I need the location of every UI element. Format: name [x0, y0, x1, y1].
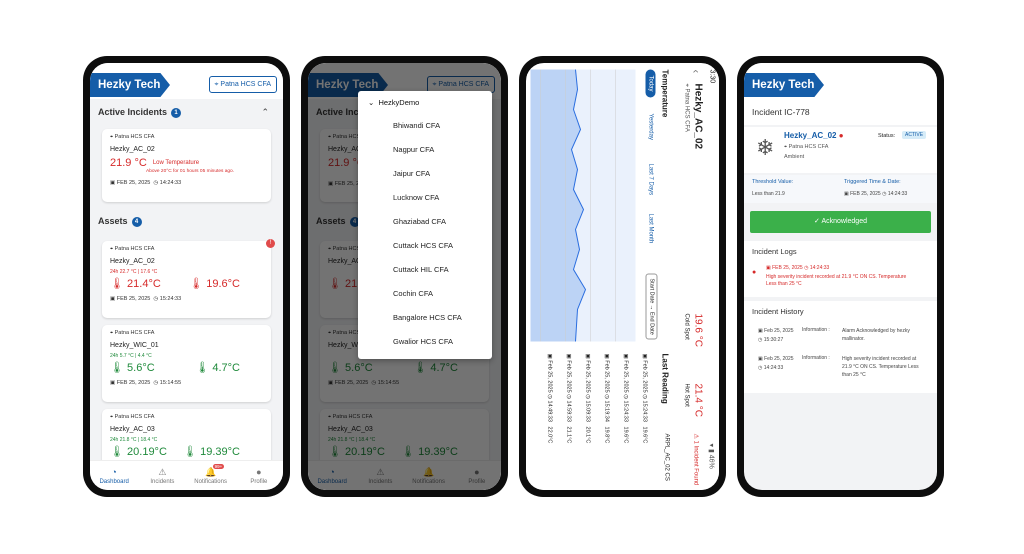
card-location: ⌖ Patna HCS CFA — [110, 134, 155, 140]
cold-spot-value: 19.6 °C — [692, 313, 703, 347]
asset-name: Hezky_AC_03 — [110, 426, 155, 433]
incident-history: Incident History ▣ Feb 25, 2025 ◷ 15:30:2… — [744, 301, 937, 393]
app-header: Hezky Tech ⌖ Patna HCS CFA — [90, 63, 283, 99]
asset-name: Hezky_AC_02 — [110, 258, 155, 265]
brand-logo: Hezky Tech — [90, 73, 170, 97]
phone-dashboard: Hezky Tech ⌖ Patna HCS CFA Active Incide… — [83, 56, 290, 497]
incident-temp: 21.9 °C — [110, 157, 147, 169]
status-badge: ACTIVE — [902, 131, 927, 139]
card-device-name: Hezky_AC_02 — [110, 146, 155, 153]
temperature-chart-svg — [530, 68, 616, 342]
asset-temp-2: 🌡 19.39°C — [183, 446, 240, 458]
asset-temp-1: 🌡 21.4°C — [110, 278, 161, 290]
asset-24h-range: 24h 5.7 °C | 4.4 °C — [110, 353, 152, 359]
profile-icon: ● — [256, 466, 262, 477]
rotated-content: 3:30 ▾ ▮ 46% ‹ Hezky_AC_02 ⌖ Patna HCS C… — [526, 63, 719, 490]
chart-area — [530, 69, 585, 341]
dropdown-option[interactable]: Lucknow CFA — [358, 186, 492, 210]
dashboard-icon: ◔ — [111, 466, 117, 477]
phone-incident-detail: Hezky Tech Incident IC-778 ❄ Hezky_AC_02… — [737, 56, 944, 497]
chevron-down-icon: ⌄ — [368, 98, 375, 107]
warning-icon: ⚠ — [158, 466, 167, 477]
bottom-nav: ◔ Dashboard ⚠ Incidents 🔔 99+ Notifications … — [90, 460, 283, 490]
incident-message: Above 20°C for 01 hours 05 minutes ago. — [146, 169, 235, 174]
log-message: High severity incident recorded at 21.9 … — [766, 274, 907, 287]
phone-location-dropdown: Hezky Tech ⌖ Patna HCS CFA Active Incide… — [301, 56, 508, 497]
acknowledged-button[interactable]: ✓ Acknowledged — [750, 211, 931, 233]
asset-card[interactable]: ! ⌖ Patna HCS CFA Hezky_AC_02 24h 22.7 °… — [102, 239, 275, 318]
incident-count-badge: 1 — [171, 107, 182, 118]
nav-profile[interactable]: ● Profile — [239, 467, 279, 485]
date-range-picker[interactable]: Start Date → End Date — [645, 273, 657, 340]
dropdown-option[interactable]: Bangalore HCS CFA — [358, 306, 492, 330]
collapse-chevron-icon[interactable]: ⌃ — [261, 107, 269, 118]
asset-temp-2: 🌡 4.7°C — [195, 362, 240, 374]
snowflake-icon: ❄ — [756, 135, 775, 160]
asset-card[interactable]: ⌖ Patna HCS CFA Hezky_WIC_01 24h 5.7 °C … — [102, 325, 271, 402]
back-arrow-icon[interactable]: ‹ — [689, 69, 701, 73]
dropdown-option[interactable]: Cuttack HIL CFA — [358, 258, 492, 282]
asset-24h-range: 24h 22.7 °C | 17.6 °C — [110, 269, 158, 275]
device-location: ⌖ Patna HCS CFA — [683, 83, 689, 132]
device-detail-screen: 3:30 ▾ ▮ 46% ‹ Hezky_AC_02 ⌖ Patna HCS C… — [526, 63, 719, 490]
location-selector[interactable]: ⌖ Patna HCS CFA — [208, 76, 277, 93]
tab-last-month[interactable]: Last Month — [647, 213, 653, 243]
incident-screen: Hezky Tech Incident IC-778 ❄ Hezky_AC_02… — [744, 63, 937, 490]
device-title: Hezky_AC_02 — [692, 83, 703, 149]
dropdown-option[interactable]: Cochin CFA — [358, 282, 492, 306]
location-dropdown: ⌄ HezkyDemo Bhiwandi CFA Nagpur CFA Jaip… — [358, 91, 492, 359]
nav-notifications[interactable]: 🔔 99+ Notifications — [191, 463, 231, 485]
dropdown-screen: Hezky Tech ⌖ Patna HCS CFA Active Incide… — [308, 63, 501, 490]
temperature-chart — [530, 68, 635, 342]
log-dot-icon: ● — [752, 269, 757, 276]
active-incidents-heading: Active Incidents 1 — [98, 107, 182, 118]
notification-badge: 99+ — [212, 463, 225, 469]
incident-device-card: ❄ Hezky_AC_02 ● ⌖ Patna HCS CFA Ambient … — [744, 127, 937, 173]
tab-last-7-days[interactable]: Last 7 Days — [647, 163, 653, 195]
dropdown-option[interactable]: Bhiwandi CFA — [358, 114, 492, 138]
hot-spot-value: 21.4 °C — [692, 383, 703, 417]
dropdown-option[interactable]: Gwalior HCS CFA — [358, 330, 492, 354]
nav-incidents[interactable]: ⚠ Incidents — [142, 467, 182, 485]
readings-list: ▣ Feb 25, 2025 ◷ 15:24:33 19.6°C ▣ Feb 2… — [546, 353, 647, 443]
bell-icon: 🔔 — [205, 466, 217, 477]
incident-datetime: ▣ FEB 25, 2025 ◷ 14:24:33 — [110, 180, 182, 186]
nav-dashboard[interactable]: ◔ Dashboard — [94, 467, 134, 485]
tab-today[interactable]: Today — [645, 69, 655, 98]
phone-device-detail: 3:30 ▾ ▮ 46% ‹ Hezky_AC_02 ⌖ Patna HCS C… — [519, 56, 726, 497]
incident-type: Low Temperature — [152, 160, 200, 166]
assets-count-badge: 4 — [131, 216, 142, 227]
alert-badge: ! — [266, 239, 275, 248]
dropdown-option[interactable]: Cuttack HCS CFA — [358, 234, 492, 258]
asset-name: Hezky_WIC_01 — [110, 342, 159, 349]
asset-temp-1: 🌡 20.19°C — [110, 446, 167, 458]
status-icons: ▾ ▮ 46% — [707, 443, 714, 469]
dropdown-header[interactable]: ⌄ HezkyDemo — [358, 91, 492, 114]
assets-heading: Assets 4 — [98, 216, 142, 227]
tab-yesterday[interactable]: Yesterday — [647, 113, 653, 139]
pin-icon: ⌖ — [214, 81, 219, 88]
asset-temp-1: 🌡 5.6°C — [110, 362, 155, 374]
dropdown-option[interactable]: Jaipur CFA — [358, 162, 492, 186]
incident-card[interactable]: ⌖ Patna HCS CFA Hezky_AC_02 21.9 °C Low T… — [102, 129, 271, 202]
asset-temp-2: 🌡 19.6°C — [189, 278, 240, 290]
asset-24h-range: 24h 21.8 °C | 18.4 °C — [110, 437, 158, 443]
dropdown-option[interactable]: Ghaziabad CFA — [358, 210, 492, 234]
device-name: Hezky_AC_02 ● — [784, 131, 844, 140]
dropdown-option[interactable]: Nagpur CFA — [358, 138, 492, 162]
incident-logs: Incident Logs ● ▣ FEB 25, 2025 ◷ 14:24:3… — [744, 241, 937, 297]
status-time: 3:30 — [708, 69, 715, 83]
dashboard-screen: Hezky Tech ⌖ Patna HCS CFA Active Incide… — [90, 63, 283, 490]
incident-found[interactable]: ⚠ 1 Incident Found — [692, 433, 699, 485]
incident-title: Incident IC-778 — [752, 107, 810, 117]
